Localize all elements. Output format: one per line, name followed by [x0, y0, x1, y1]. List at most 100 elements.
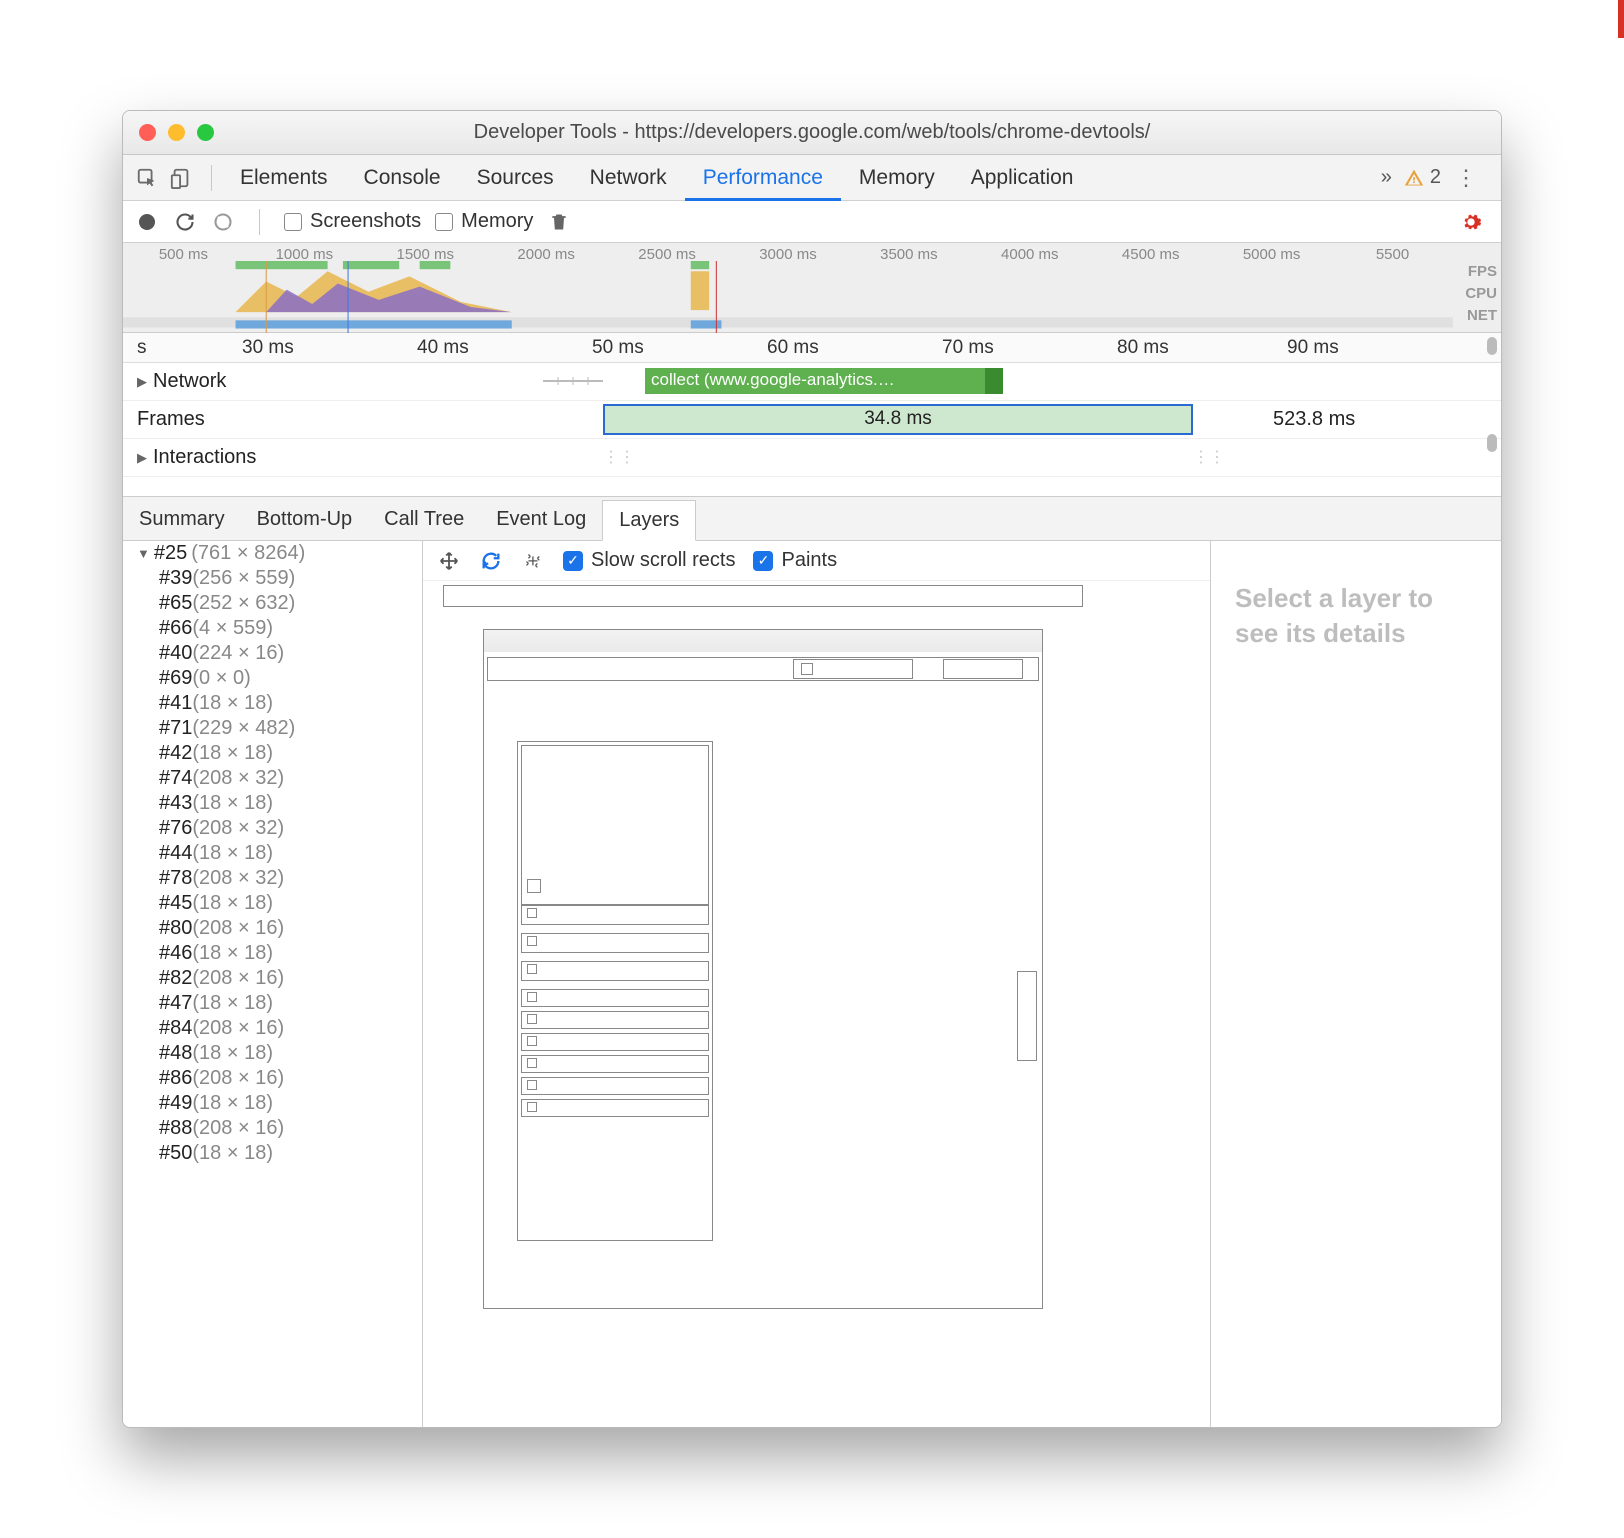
ruler-tick: 60 ms [767, 337, 819, 359]
frame-bar[interactable]: 34.8 ms [603, 404, 1193, 435]
record-button[interactable] [135, 210, 159, 234]
layer-tree-item[interactable]: #39(256 × 559) [123, 566, 422, 591]
net-tick-icon [543, 377, 603, 385]
details-placeholder: Select a layer to see its details [1235, 581, 1477, 651]
memory-checkbox[interactable]: Memory [435, 210, 533, 233]
zoom-window-button[interactable] [197, 124, 214, 141]
detail-tabs: SummaryBottom-UpCall TreeEvent LogLayers [123, 497, 1501, 541]
ruler-tick: 30 ms [242, 337, 294, 359]
settings-menu-icon[interactable]: ⋮ [1441, 165, 1491, 191]
network-request-bar[interactable]: collect (www.google-analytics.… [645, 368, 985, 394]
subtab-summary[interactable]: Summary [123, 497, 241, 540]
ruler-tick: 50 ms [592, 337, 644, 359]
record-toolbar: Screenshots Memory [123, 201, 1501, 243]
reset-icon[interactable] [521, 549, 545, 573]
window-controls [123, 124, 214, 141]
subtab-event-log[interactable]: Event Log [480, 497, 602, 540]
warnings-indicator[interactable]: 2 [1404, 166, 1441, 189]
layer-viewer-toolbar: ✓Slow scroll rects ✓Paints [423, 541, 1210, 581]
capture-settings-icon[interactable] [1459, 210, 1483, 234]
tab-console[interactable]: Console [346, 155, 459, 201]
paints-checkbox[interactable]: ✓Paints [753, 549, 837, 572]
subtab-call-tree[interactable]: Call Tree [368, 497, 480, 540]
more-tabs-icon[interactable]: » [1369, 166, 1404, 189]
interactions-row[interactable]: ▶Interactions ⋮⋮ ⋮⋮ [123, 439, 1501, 477]
tab-elements[interactable]: Elements [222, 155, 346, 201]
layer-tree-item[interactable]: #43(18 × 18) [123, 791, 422, 816]
layer-tree-item[interactable]: #41(18 × 18) [123, 691, 422, 716]
tab-memory[interactable]: Memory [841, 155, 953, 201]
layer-tree-item[interactable]: #84(208 × 16) [123, 1016, 422, 1041]
layer-tree-item[interactable]: #71(229 × 482) [123, 716, 422, 741]
flamechart-rows: ▶Network collect (www.google-analytics.…… [123, 363, 1501, 497]
timeline-overview[interactable]: 500 ms1000 ms1500 ms2000 ms2500 ms3000 m… [123, 243, 1501, 333]
layer-details-pane: Select a layer to see its details [1211, 541, 1501, 1427]
layer-tree-item[interactable]: #69(0 × 0) [123, 666, 422, 691]
subtab-layers[interactable]: Layers [602, 500, 696, 541]
layer-tree-item[interactable]: #42(18 × 18) [123, 741, 422, 766]
ruler-tick: 90 ms [1287, 337, 1339, 359]
layer-tree[interactable]: ▼ #25(761 × 8264)#39(256 × 559)#65(252 ×… [123, 541, 423, 1427]
layer-tree-item[interactable]: #82(208 × 16) [123, 966, 422, 991]
layer-tree-item[interactable]: #47(18 × 18) [123, 991, 422, 1016]
warning-count: 2 [1430, 166, 1441, 189]
drag-handle-icon[interactable]: ⋮⋮ [1193, 447, 1225, 467]
device-toggle-icon[interactable] [167, 164, 195, 192]
expand-icon[interactable]: ▶ [137, 450, 147, 466]
layer-tree-item[interactable]: #88(208 × 16) [123, 1116, 422, 1141]
layer-canvas[interactable] [423, 581, 1210, 1427]
network-request-tail [985, 368, 1003, 394]
tab-sources[interactable]: Sources [459, 155, 572, 201]
tab-application[interactable]: Application [953, 155, 1092, 201]
tab-network[interactable]: Network [572, 155, 685, 201]
expand-icon[interactable]: ▶ [137, 374, 147, 390]
layer-tree-item[interactable]: #40(224 × 16) [123, 641, 422, 666]
ruler-tick: 70 ms [942, 337, 994, 359]
ruler-tick: 40 ms [417, 337, 469, 359]
scroll-indicator [1487, 337, 1497, 355]
rotate-icon[interactable] [479, 549, 503, 573]
separator [211, 165, 212, 191]
slow-scroll-rects-checkbox[interactable]: ✓Slow scroll rects [563, 549, 735, 572]
frame-time-label: 523.8 ms [1273, 408, 1355, 431]
minimize-window-button[interactable] [168, 124, 185, 141]
layer-tree-item[interactable]: #66(4 × 559) [123, 616, 422, 641]
devtools-window: Developer Tools - https://developers.goo… [122, 110, 1502, 1428]
network-row[interactable]: ▶Network collect (www.google-analytics.… [123, 363, 1501, 401]
main-tabs-bar: ElementsConsoleSourcesNetworkPerformance… [123, 155, 1501, 201]
layer-tree-item[interactable]: #86(208 × 16) [123, 1066, 422, 1091]
frames-row[interactable]: Frames 34.8 ms 523.8 ms [123, 401, 1501, 439]
layer-tree-item[interactable]: #65(252 × 632) [123, 591, 422, 616]
layer-tree-item[interactable]: #44(18 × 18) [123, 841, 422, 866]
reload-icon[interactable] [173, 210, 197, 234]
titlebar: Developer Tools - https://developers.goo… [123, 111, 1501, 155]
layer-tree-item[interactable]: #80(208 × 16) [123, 916, 422, 941]
subtab-bottom-up[interactable]: Bottom-Up [241, 497, 369, 540]
layer-tree-item[interactable]: #45(18 × 18) [123, 891, 422, 916]
inspect-element-icon[interactable] [133, 164, 161, 192]
tab-performance[interactable]: Performance [685, 155, 841, 201]
collapse-icon[interactable]: ▼ [137, 546, 150, 561]
layers-panel: ▼ #25(761 × 8264)#39(256 × 559)#65(252 ×… [123, 541, 1501, 1427]
trash-icon[interactable] [547, 210, 571, 234]
layer-tree-item[interactable]: #78(208 × 32) [123, 866, 422, 891]
ruler-tick: s [137, 337, 147, 359]
layer-viewer: ✓Slow scroll rects ✓Paints [423, 541, 1211, 1427]
timeline-ruler[interactable]: s 30 ms 40 ms 50 ms 60 ms 70 ms 80 ms 90 ms [123, 333, 1501, 363]
pan-icon[interactable] [437, 549, 461, 573]
separator [259, 209, 260, 235]
screenshots-checkbox[interactable]: Screenshots [284, 210, 421, 233]
drag-handle-icon[interactable]: ⋮⋮ [603, 447, 635, 467]
layer-tree-item[interactable]: #50(18 × 18) [123, 1141, 422, 1166]
warning-icon [1404, 168, 1424, 188]
overview-graph [123, 261, 1453, 335]
layer-tree-item[interactable]: #48(18 × 18) [123, 1041, 422, 1066]
layer-tree-item[interactable]: #76(208 × 32) [123, 816, 422, 841]
ruler-tick: 80 ms [1117, 337, 1169, 359]
layer-tree-item[interactable]: ▼ #25(761 × 8264) [123, 541, 422, 566]
layer-tree-item[interactable]: #74(208 × 32) [123, 766, 422, 791]
layer-tree-item[interactable]: #46(18 × 18) [123, 941, 422, 966]
close-window-button[interactable] [139, 124, 156, 141]
layer-tree-item[interactable]: #49(18 × 18) [123, 1091, 422, 1116]
clear-icon[interactable] [211, 210, 235, 234]
